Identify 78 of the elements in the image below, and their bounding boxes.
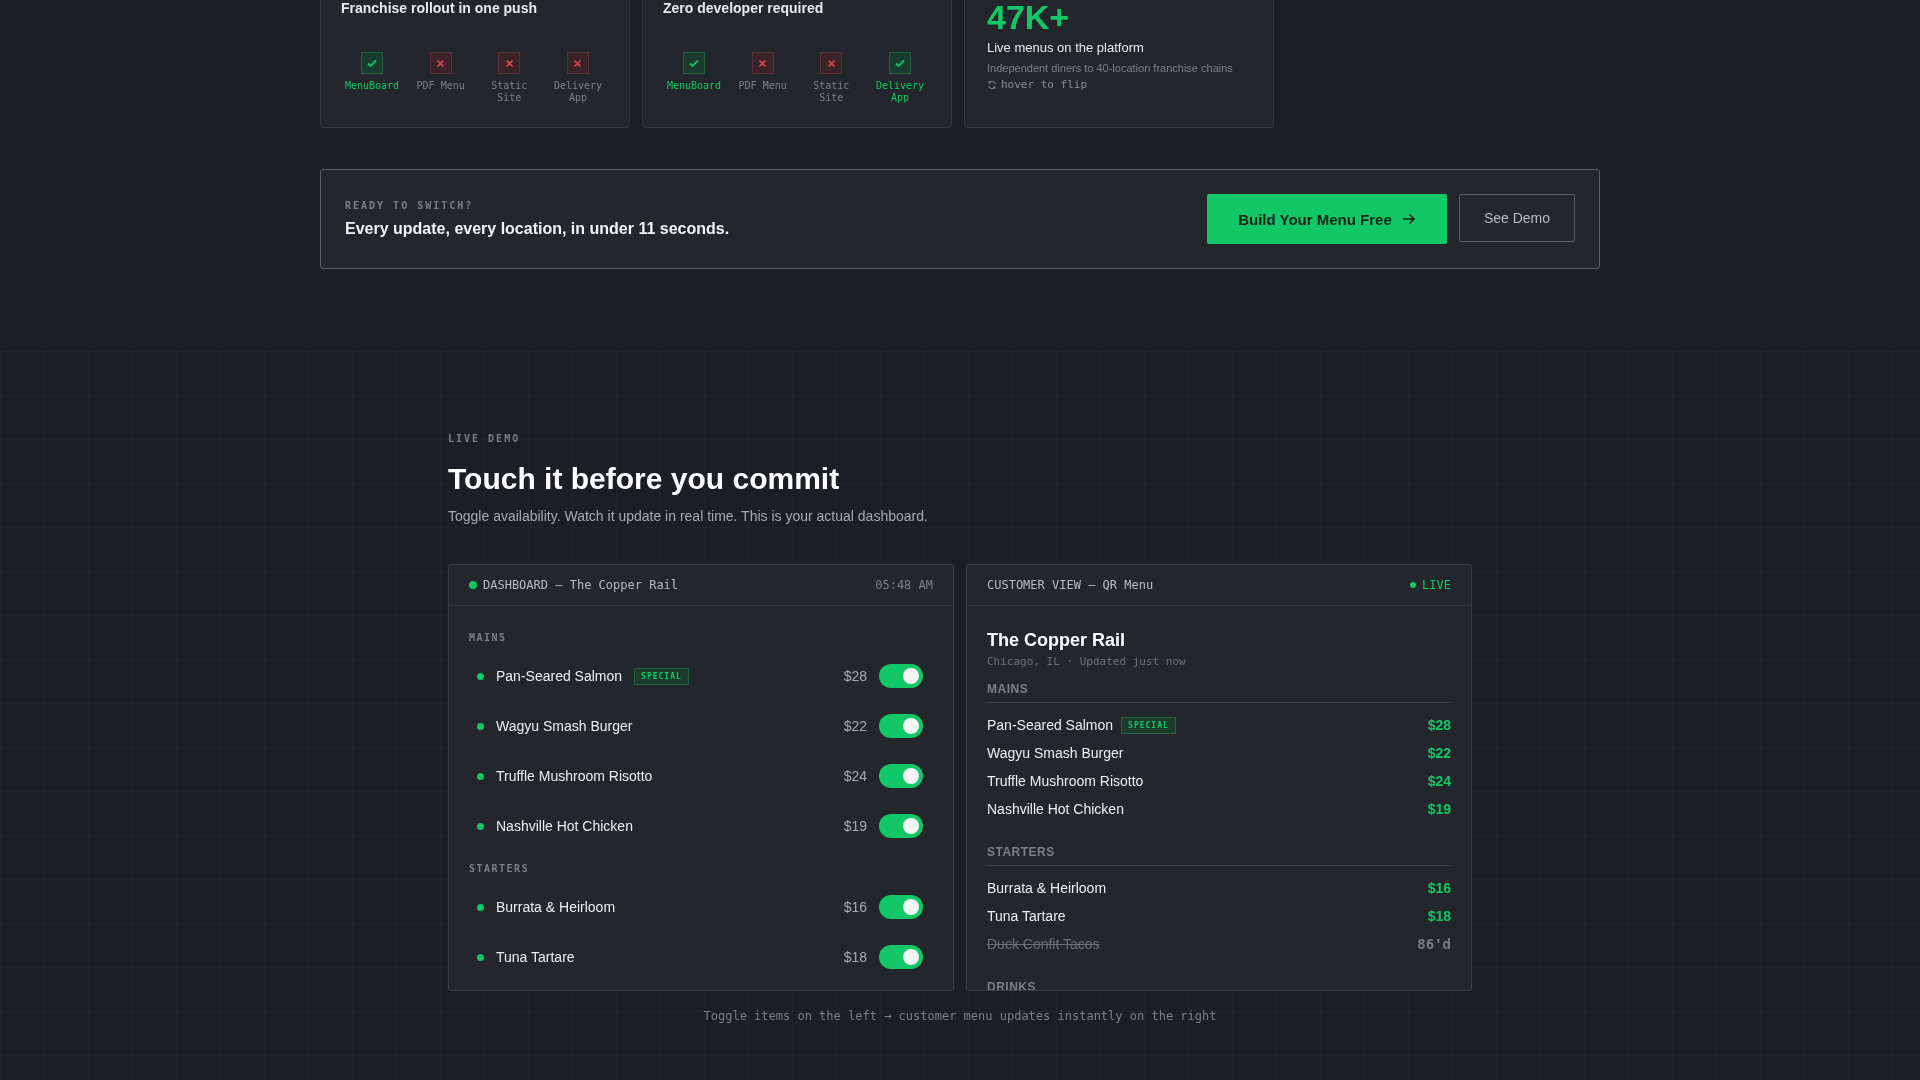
build-menu-button[interactable]: Build Your Menu Free bbox=[1207, 194, 1447, 244]
demo-footnote: Toggle items on the left → customer menu updates instantly on the right bbox=[702, 1009, 1218, 1023]
item-price: $19 bbox=[843, 818, 867, 834]
restaurant-name: The Copper Rail bbox=[987, 630, 1126, 651]
item-name: Nashville Hot Chicken bbox=[496, 818, 633, 834]
item-price: $28 bbox=[843, 668, 867, 684]
close-icon bbox=[573, 58, 583, 68]
flip-hint: hover to flip bbox=[1001, 78, 1088, 91]
item-price: $22 bbox=[843, 718, 867, 734]
menu-item-price: $28 bbox=[1427, 717, 1451, 733]
item-name: Burrata & Heirloom bbox=[496, 899, 616, 915]
menu-section-heading: STARTERS bbox=[987, 845, 1451, 866]
menu-item-price: $24 bbox=[1427, 773, 1451, 789]
section-label: STARTERS bbox=[469, 863, 531, 874]
option-label: MenuBoard bbox=[344, 80, 400, 92]
card-title: Zero developer required bbox=[663, 0, 825, 16]
arrow-right-icon bbox=[1401, 213, 1416, 225]
section-eyebrow: LIVE DEMO bbox=[448, 433, 522, 444]
menu-item-name: Truffle Mushroom Risotto bbox=[987, 773, 1144, 789]
section-label: MAINS bbox=[469, 632, 508, 643]
refresh-icon bbox=[987, 79, 997, 90]
see-demo-button[interactable]: See Demo bbox=[1459, 194, 1575, 242]
check-icon bbox=[688, 57, 700, 69]
card-title: Franchise rollout in one push bbox=[341, 0, 538, 16]
item-name: Wagyu Smash Burger bbox=[496, 718, 633, 734]
check-icon bbox=[366, 57, 378, 69]
panel-time: 05:48 AM bbox=[875, 578, 933, 592]
close-icon bbox=[758, 58, 768, 68]
option-label: Delivery App bbox=[552, 80, 604, 104]
menu-item-price: $18 bbox=[1427, 908, 1451, 924]
special-badge: SPECIAL bbox=[1121, 716, 1176, 734]
status-dot bbox=[469, 581, 477, 589]
menu-item-price: $19 bbox=[1427, 801, 1451, 817]
menu-item-name: Wagyu Smash Burger bbox=[987, 745, 1124, 761]
menu-item-name: Burrata & Heirloom bbox=[987, 880, 1107, 896]
item-name: Tuna Tartare bbox=[496, 949, 575, 965]
availability-toggle[interactable] bbox=[879, 714, 923, 738]
stat-label: Live menus on the platform bbox=[987, 40, 1145, 55]
panel-title: DASHBOARD — The Copper Rail bbox=[483, 578, 679, 592]
item-price: $18 bbox=[843, 949, 867, 965]
menu-section-heading: MAINS bbox=[987, 682, 1451, 703]
cta-headline: Every update, every location, in under 11 seconds. bbox=[345, 220, 730, 238]
menu-item-price: 86'd bbox=[1417, 936, 1451, 952]
option-label: PDF Menu bbox=[738, 80, 787, 92]
panel-title: CUSTOMER VIEW — QR Menu bbox=[987, 578, 1154, 592]
availability-toggle[interactable] bbox=[879, 664, 923, 688]
live-dot bbox=[1410, 582, 1417, 588]
close-icon bbox=[826, 58, 836, 68]
check-icon bbox=[893, 57, 906, 69]
option-label: Static Site bbox=[490, 80, 529, 104]
option-label: Delivery App bbox=[874, 80, 926, 104]
menu-item-price: $16 bbox=[1427, 880, 1451, 896]
menu-item-price: $22 bbox=[1427, 745, 1451, 761]
restaurant-meta: Chicago, IL · Updated just now bbox=[987, 655, 1187, 668]
menu-item-name: Tuna Tartare bbox=[987, 908, 1066, 924]
stat-description: Independent diners to 40-location franchise chains bbox=[987, 61, 1234, 76]
item-name: Pan-Seared Salmon bbox=[496, 668, 623, 684]
availability-toggle[interactable] bbox=[879, 814, 923, 838]
item-price: $24 bbox=[843, 768, 867, 784]
option-label: PDF Menu bbox=[416, 80, 465, 92]
section-title: Touch it before you commit bbox=[448, 462, 841, 496]
section-subtitle: Toggle availability. Watch it update in real time. This is your actual dashboard. bbox=[448, 508, 929, 524]
menu-item-name: Duck Confit Tacos bbox=[987, 936, 1100, 952]
cta-eyebrow: READY TO SWITCH? bbox=[345, 200, 475, 211]
option-label: MenuBoard bbox=[666, 80, 722, 92]
menu-item-name: Pan-Seared Salmon bbox=[987, 717, 1114, 733]
item-name: Truffle Mushroom Risotto bbox=[496, 768, 653, 784]
item-price: $16 bbox=[843, 899, 867, 915]
availability-toggle[interactable] bbox=[879, 945, 923, 969]
close-icon bbox=[504, 58, 514, 68]
close-icon bbox=[436, 58, 446, 68]
availability-toggle[interactable] bbox=[879, 895, 923, 919]
menu-item-name: Nashville Hot Chicken bbox=[987, 801, 1124, 817]
option-label: Static Site bbox=[812, 80, 851, 104]
availability-toggle[interactable] bbox=[879, 764, 923, 788]
stat-value: 47K+ bbox=[987, 0, 1071, 34]
special-badge: SPECIAL bbox=[634, 667, 689, 685]
live-status: LIVE bbox=[1422, 578, 1451, 592]
